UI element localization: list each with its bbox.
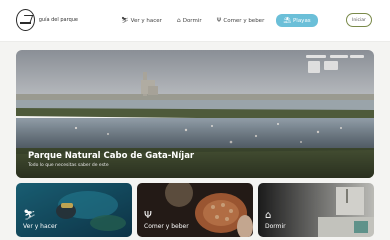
nav-item-dormir[interactable]: ⌂ Dormir [174,14,205,27]
gallery-bar [330,55,348,58]
hero-subtitle: Todo lo que necesitas saber de este [28,163,109,168]
utensils-icon: Ψ [144,210,152,221]
nav-item-label: Playas [292,17,311,24]
brand-name: guía del parque [38,17,78,23]
park-logo-icon [16,9,35,31]
hero-banner[interactable]: Parque Natural Cabo de Gata-Níjar Todo l… [16,50,374,178]
nav-item-comer-y-beber[interactable]: Ψ Comer y beber [214,14,268,27]
nav-item-label: Comer y beber [223,17,265,24]
gallery-thumbnail[interactable] [324,61,338,70]
card-label: Dormir [265,223,286,230]
bed-icon: ⌂ [176,16,181,24]
bed-icon: ⌂ [265,210,272,221]
nav-item-playas[interactable]: ⛱ Playas [276,14,318,27]
login-button[interactable]: Iniciar [346,13,372,27]
brand-logo[interactable]: guía del parque [16,9,78,31]
hiker-icon: ⛷ [23,210,36,221]
card-label: Comer y beber [144,223,189,230]
card-label: Ver y hacer [23,223,58,230]
hero-title: Parque Natural Cabo de Gata-Níjar [28,151,195,161]
nav-item-label: Ver y hacer [130,17,162,24]
utensils-icon: Ψ [216,16,222,24]
main-nav: ⛷ Ver y hacer ⌂ Dormir Ψ Comer y beber ⛱… [118,14,318,27]
category-card-comer-y-beber[interactable]: Ψ Comer y beber [137,183,253,237]
gallery-thumbnails [306,55,364,75]
top-header: guía del parque ⛷ Ver y hacer ⌂ Dormir Ψ… [0,0,390,42]
nav-item-ver-y-hacer[interactable]: ⛷ Ver y hacer [118,14,165,27]
category-card-ver-y-hacer[interactable]: ⛷ Ver y hacer [16,183,132,237]
hiker-icon: ⛷ [121,16,129,24]
gallery-bar [306,55,326,58]
gallery-thumbnail[interactable] [308,61,320,73]
nav-item-label: Dormir [182,17,202,24]
category-card-dormir[interactable]: ⌂ Dormir [258,183,374,237]
gallery-bar [350,55,364,58]
beach-icon: ⛱ [283,16,291,24]
